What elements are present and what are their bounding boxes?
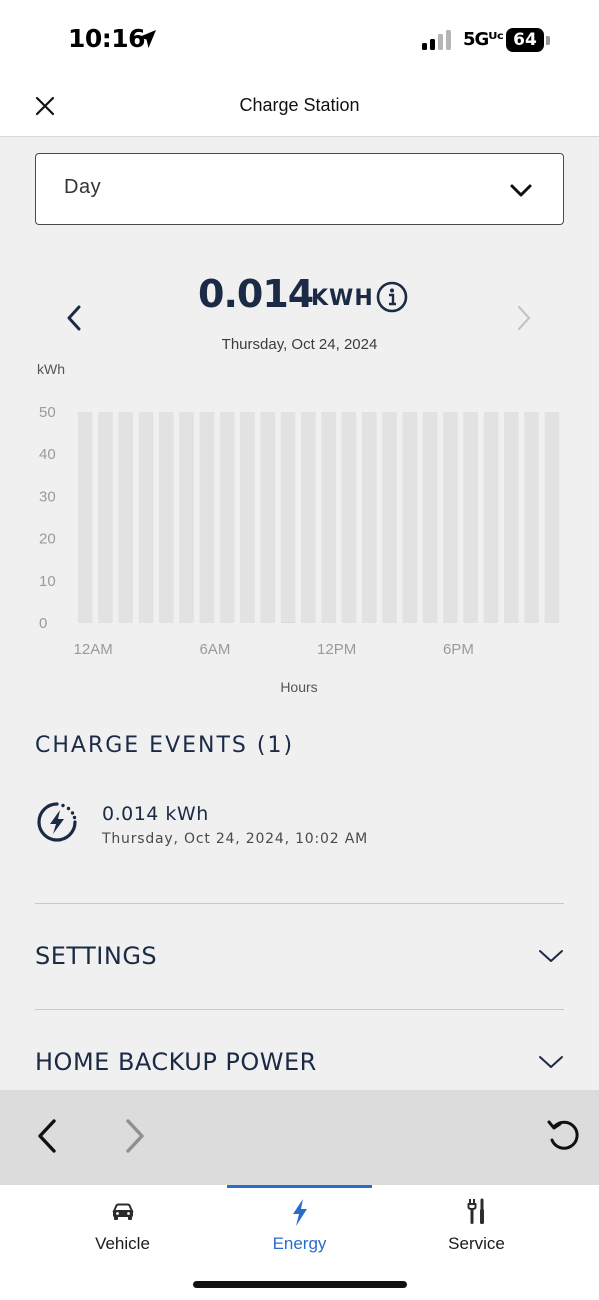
- previous-day-button[interactable]: [58, 300, 90, 336]
- next-day-button[interactable]: [508, 300, 540, 336]
- bar-background: [138, 412, 154, 623]
- chevron-right-icon: [517, 305, 531, 331]
- tab-energy[interactable]: Energy: [227, 1185, 372, 1265]
- bar-background: [219, 412, 235, 623]
- bar-background: [199, 412, 215, 623]
- bar-background: [280, 412, 296, 623]
- reload-icon[interactable]: [545, 1116, 583, 1154]
- car-icon: [112, 1203, 134, 1220]
- tab-service[interactable]: Service: [404, 1185, 549, 1265]
- tab-vehicle-label: Vehicle: [95, 1234, 150, 1253]
- bar-background: [77, 412, 93, 623]
- x-axis-label: Hours: [280, 679, 317, 695]
- browser-toolbar: [0, 1090, 599, 1185]
- tab-energy-label: Energy: [272, 1234, 327, 1253]
- y-tick-label: 0: [39, 615, 47, 632]
- bar-background: [524, 412, 539, 623]
- charge-event-amount: 0.014 kWh: [102, 803, 209, 825]
- x-tick-label: 12AM: [74, 641, 113, 658]
- battery-icon: 64: [506, 28, 550, 52]
- divider: [35, 903, 564, 904]
- home-indicator: [193, 1281, 407, 1288]
- settings-label: SETTINGS: [35, 942, 158, 970]
- charging-bolt-icon: [37, 802, 77, 842]
- bar-background: [503, 412, 519, 623]
- browser-forward-button[interactable]: [118, 1114, 152, 1158]
- bar-background: [341, 412, 357, 623]
- tab-service-label: Service: [448, 1234, 505, 1253]
- bar-background: [179, 412, 194, 623]
- y-tick-label: 10: [39, 573, 56, 590]
- signal-bars-icon: [422, 30, 451, 50]
- y-tick-label: 40: [39, 446, 56, 463]
- network-indicator: 5Gᵁᶜ: [463, 29, 504, 50]
- bar-background: [301, 412, 316, 623]
- tab-vehicle[interactable]: Vehicle: [50, 1185, 195, 1265]
- active-tab-indicator: [227, 1185, 372, 1188]
- charge-events-title: CHARGE EVENTS (1): [35, 733, 295, 758]
- info-icon[interactable]: [376, 281, 408, 313]
- energy-total-unit: KWH: [311, 286, 374, 311]
- lightning-icon: [293, 1199, 307, 1226]
- home-backup-power-section[interactable]: HOME BACKUP POWER: [35, 1036, 564, 1086]
- location-arrow-icon: [138, 30, 156, 48]
- x-tick-label: 6PM: [443, 641, 474, 658]
- tools-icon: [467, 1198, 484, 1224]
- status-bar: 10:16 5Gᵁᶜ 64: [0, 0, 599, 75]
- settings-section[interactable]: SETTINGS: [35, 930, 564, 980]
- bar-background: [422, 412, 438, 623]
- charge-event-time: Thursday, Oct 24, 2024, 10:02 AM: [102, 831, 368, 847]
- chevron-down-icon: [510, 184, 532, 197]
- bar-background: [159, 412, 174, 623]
- y-tick-label: 20: [39, 531, 56, 548]
- bar-background: [483, 412, 499, 623]
- tab-bar: Vehicle Energy Service: [0, 1185, 599, 1300]
- period-select[interactable]: Day: [35, 153, 564, 225]
- y-axis-label: kWh: [37, 361, 65, 377]
- home-backup-power-label: HOME BACKUP POWER: [35, 1048, 317, 1076]
- status-time: 10:16: [68, 24, 146, 53]
- bar-background: [443, 412, 458, 623]
- bar-background: [98, 412, 113, 623]
- chevron-down-icon: [539, 1056, 563, 1068]
- app-header: Charge Station: [0, 75, 599, 137]
- battery-level: 64: [506, 28, 544, 52]
- browser-back-button[interactable]: [30, 1114, 64, 1158]
- period-select-value: Day: [64, 176, 102, 198]
- bar-background: [463, 412, 478, 623]
- divider: [35, 1009, 564, 1010]
- chevron-left-icon: [67, 305, 81, 331]
- bar-background: [361, 412, 377, 623]
- energy-date: Thursday, Oct 24, 2024: [221, 336, 378, 353]
- forward-arrow-icon: [126, 1119, 144, 1153]
- bar-background: [260, 412, 276, 623]
- y-tick-label: 50: [39, 404, 56, 421]
- energy-chart: kWh 50 40 30 20 10 0 12AM 6AM 12PM 6PM Hours: [37, 361, 560, 695]
- bar-background: [321, 412, 336, 623]
- x-tick-label: 6AM: [199, 641, 230, 658]
- energy-total-value: 0.014: [198, 272, 314, 316]
- chevron-down-icon: [539, 950, 563, 962]
- bar-background: [118, 412, 134, 623]
- bar-background: [240, 412, 255, 623]
- bar-background: [402, 412, 418, 623]
- bar-background: [544, 412, 560, 623]
- y-tick-label: 30: [39, 488, 56, 505]
- x-tick-label: 12PM: [317, 641, 356, 658]
- back-arrow-icon: [38, 1119, 56, 1153]
- page-title: Charge Station: [239, 95, 360, 115]
- bar-background: [382, 412, 397, 623]
